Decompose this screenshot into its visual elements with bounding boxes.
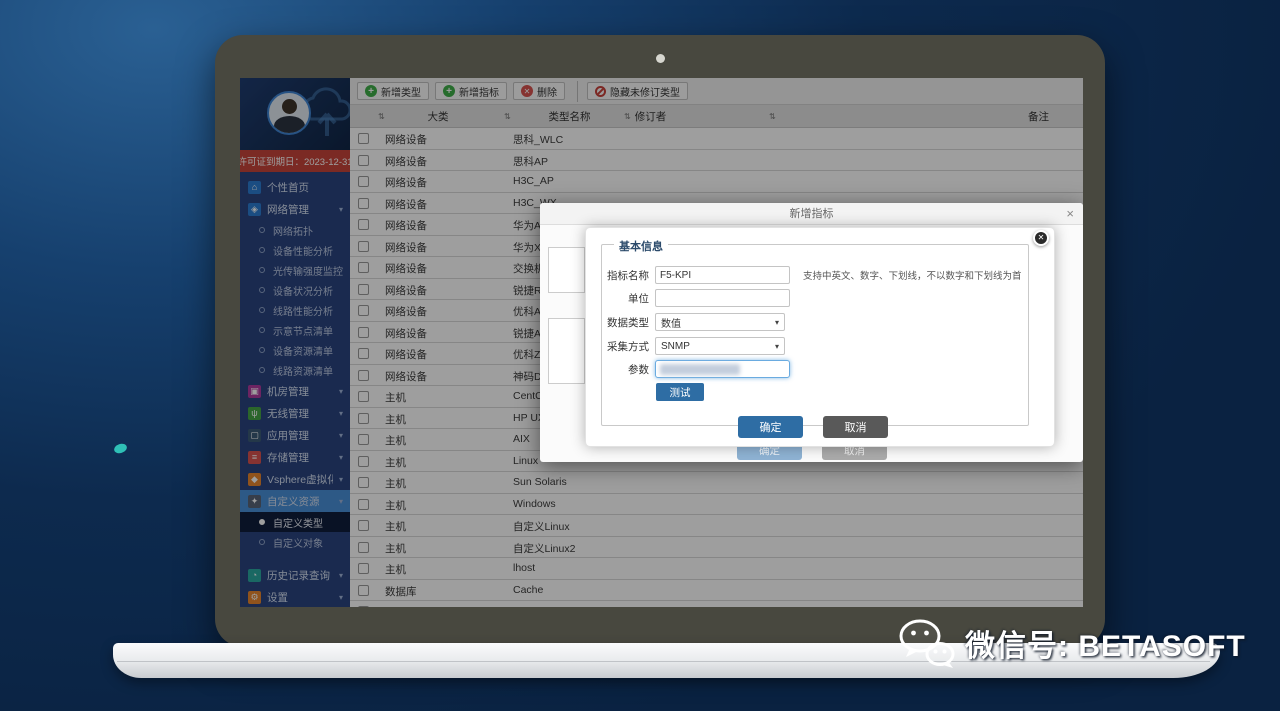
indicator-name-label: 指标名称 [599, 268, 649, 283]
app-screen: 许可证到期日：2023-12-31 ⌂个性首页◈网络管理▾网络拓扑设备性能分析光… [240, 78, 1083, 607]
basic-info-legend: 基本信息 [614, 238, 668, 254]
cancel-button[interactable]: 取消 [823, 416, 888, 438]
ok-button[interactable]: 确定 [738, 416, 803, 438]
teal-accent-dot [113, 442, 128, 455]
param-input[interactable] [655, 360, 790, 378]
background-field-box [548, 318, 585, 384]
param-label: 参数 [599, 362, 649, 377]
data-type-value: 数值 [661, 315, 775, 330]
collect-method-label: 采集方式 [599, 339, 649, 354]
censored-value [660, 364, 740, 375]
field-unit: 单位 [599, 289, 1039, 307]
indicator-name-input[interactable] [655, 266, 790, 284]
test-button[interactable]: 测试 [656, 383, 704, 401]
chevron-down-icon: ▾ [775, 318, 779, 327]
data-type-select[interactable]: 数值 ▾ [655, 313, 785, 331]
indicator-name-hint: 支持中英文、数字、下划线，不以数字和下划线为首 [803, 268, 1022, 282]
field-collect-method: 采集方式 SNMP ▾ [599, 337, 1039, 355]
field-indicator-name: 指标名称 支持中英文、数字、下划线，不以数字和下划线为首 [599, 266, 1039, 284]
chevron-down-icon: ▾ [775, 342, 779, 351]
collect-method-select[interactable]: SNMP ▾ [655, 337, 785, 355]
background-field-box [548, 247, 585, 293]
unit-input[interactable] [655, 289, 790, 307]
watermark-text: 微信号: BETASOFT [965, 621, 1246, 665]
wechat-icon [898, 617, 956, 669]
field-param: 参数 [599, 360, 1039, 378]
field-data-type: 数据类型 数值 ▾ [599, 313, 1039, 331]
close-icon[interactable]: × [1066, 203, 1074, 225]
add-indicator-dialog: 新增指标 × 确定 取消 ✕ 基本信息 指标名称 支持中英文、数字、下划线，不以… [540, 203, 1083, 462]
unit-label: 单位 [599, 291, 649, 306]
watermark: 微信号: BETASOFT [898, 617, 1246, 669]
dialog-titlebar: 新增指标 × [540, 203, 1083, 225]
dialog-title: 新增指标 [790, 208, 834, 220]
dialog-body: 确定 取消 ✕ 基本信息 指标名称 支持中英文、数字、下划线，不以数字和下划线为… [540, 225, 1083, 462]
marketing-background: 许可证到期日：2023-12-31 ⌂个性首页◈网络管理▾网络拓扑设备性能分析光… [0, 0, 1280, 711]
close-circle-icon[interactable]: ✕ [1033, 230, 1049, 246]
laptop-camera [656, 54, 665, 63]
collect-method-value: SNMP [661, 341, 775, 352]
data-type-label: 数据类型 [599, 315, 649, 330]
add-indicator-panel: ✕ 基本信息 指标名称 支持中英文、数字、下划线，不以数字和下划线为首 单位 [585, 227, 1055, 447]
